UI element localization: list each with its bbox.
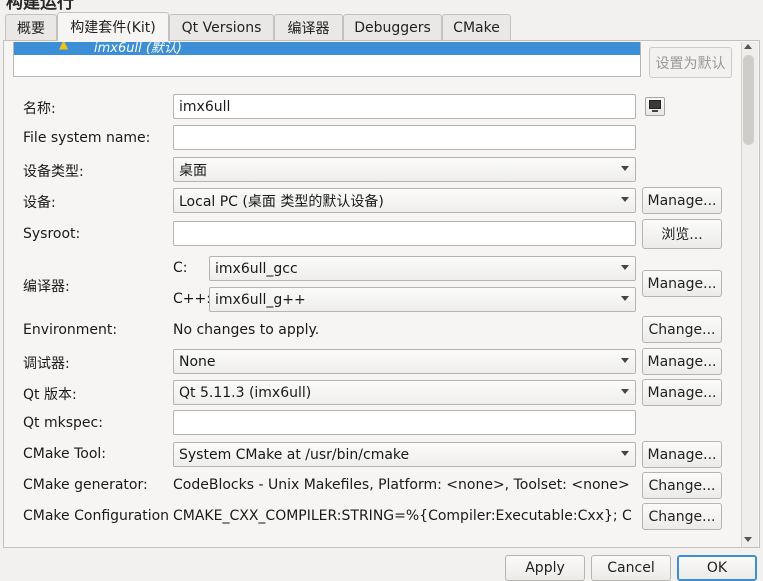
scrollbar-thumb[interactable] <box>743 55 754 145</box>
cmake-generator-label: CMake generator: <box>23 477 148 493</box>
scroll-down-arrow-icon[interactable] <box>744 537 752 542</box>
name-label: 名称: <box>23 101 56 117</box>
chevron-down-icon <box>621 451 629 456</box>
environment-value: No changes to apply. <box>173 322 320 338</box>
chevron-down-icon <box>621 166 629 171</box>
environment-label: Environment: <box>23 322 118 338</box>
monitor-icon <box>649 100 661 109</box>
sysroot-input[interactable] <box>173 221 636 246</box>
cmake-configuration-value: CMAKE_CXX_COMPILER:STRING=%{Compiler:Exe… <box>173 508 633 524</box>
cmake-generator-value: CodeBlocks - Unix Makefiles, Platform: <… <box>173 477 630 493</box>
tab-compilers[interactable]: 编译器 <box>274 14 343 40</box>
environment-change-button[interactable]: Change... <box>642 316 722 343</box>
debugger-combo[interactable]: None <box>173 349 636 374</box>
cmake-configuration-label: CMake Configuration <box>23 508 170 524</box>
tab-qt-versions[interactable]: Qt Versions <box>169 14 274 40</box>
compiler-c-label: C: <box>173 260 188 276</box>
set-default-button[interactable]: 设置为默认 <box>649 47 732 78</box>
qt-version-combo[interactable]: Qt 5.11.3 (imx6ull) <box>173 380 636 405</box>
qt-version-manage-button[interactable]: Manage... <box>642 379 722 406</box>
sysroot-label: Sysroot: <box>23 226 81 242</box>
file-system-name-label: File system name: <box>23 130 151 146</box>
device-combo[interactable]: Local PC (桌面 类型的默认设备) <box>173 188 636 213</box>
debugger-manage-button[interactable]: Manage... <box>642 348 722 375</box>
warning-icon: ▲ <box>59 42 69 51</box>
compiler-cxx-combo[interactable]: imx6ull_g++ <box>209 287 636 312</box>
kit-list-selected-row[interactable]: ▲ imx6ull (默认) <box>14 42 640 55</box>
cmake-generator-change-button[interactable]: Change... <box>642 472 722 499</box>
compiler-c-value: imx6ull_gcc <box>215 260 298 277</box>
qt-mkspec-label: Qt mkspec: <box>23 415 103 431</box>
chevron-down-icon <box>621 296 629 301</box>
device-label: 设备: <box>23 195 56 211</box>
scroll-up-arrow-icon[interactable] <box>744 44 752 49</box>
tab-kits[interactable]: 构建套件(Kit) <box>57 12 169 41</box>
device-type-value: 桌面 <box>179 162 207 179</box>
qt-mkspec-input[interactable] <box>173 410 636 435</box>
ok-button[interactable]: OK <box>677 555 757 581</box>
debugger-value: None <box>179 353 216 370</box>
debugger-label: 调试器: <box>23 356 70 372</box>
cmake-configuration-change-button[interactable]: Change... <box>642 503 722 530</box>
tab-overview[interactable]: 概要 <box>5 14 57 40</box>
compiler-manage-button[interactable]: Manage... <box>642 270 722 297</box>
tab-debuggers[interactable]: Debuggers <box>343 14 442 40</box>
name-input[interactable]: imx6ull <box>173 94 636 119</box>
qt-version-label: Qt 版本: <box>23 387 77 403</box>
kit-name: imx6ull (默认) <box>94 42 182 55</box>
cancel-button[interactable]: Cancel <box>591 555 671 581</box>
compiler-label: 编译器: <box>23 279 70 295</box>
device-type-label: 设备类型: <box>23 164 84 180</box>
kit-icon-button[interactable] <box>645 97 665 116</box>
qt-version-value: Qt 5.11.3 (imx6ull) <box>179 384 312 401</box>
device-type-combo[interactable]: 桌面 <box>173 157 636 182</box>
compiler-c-combo[interactable]: imx6ull_gcc <box>209 256 636 281</box>
chevron-down-icon <box>621 389 629 394</box>
compiler-cxx-label: C++: <box>173 291 211 307</box>
cmake-tool-label: CMake Tool: <box>23 446 107 462</box>
apply-button[interactable]: Apply <box>505 555 585 581</box>
cmake-tool-combo[interactable]: System CMake at /usr/bin/cmake <box>173 442 636 467</box>
chevron-down-icon <box>621 265 629 270</box>
tab-cmake[interactable]: CMake <box>442 14 511 40</box>
device-value: Local PC (桌面 类型的默认设备) <box>179 193 384 210</box>
file-system-name-input[interactable] <box>173 125 636 150</box>
chevron-down-icon <box>621 197 629 202</box>
device-manage-button[interactable]: Manage... <box>642 187 722 214</box>
compiler-cxx-value: imx6ull_g++ <box>215 291 306 308</box>
cmake-tool-manage-button[interactable]: Manage... <box>642 441 722 468</box>
sysroot-browse-button[interactable]: 浏览... <box>642 219 722 249</box>
chevron-down-icon <box>621 358 629 363</box>
cmake-tool-value: System CMake at /usr/bin/cmake <box>179 446 410 463</box>
